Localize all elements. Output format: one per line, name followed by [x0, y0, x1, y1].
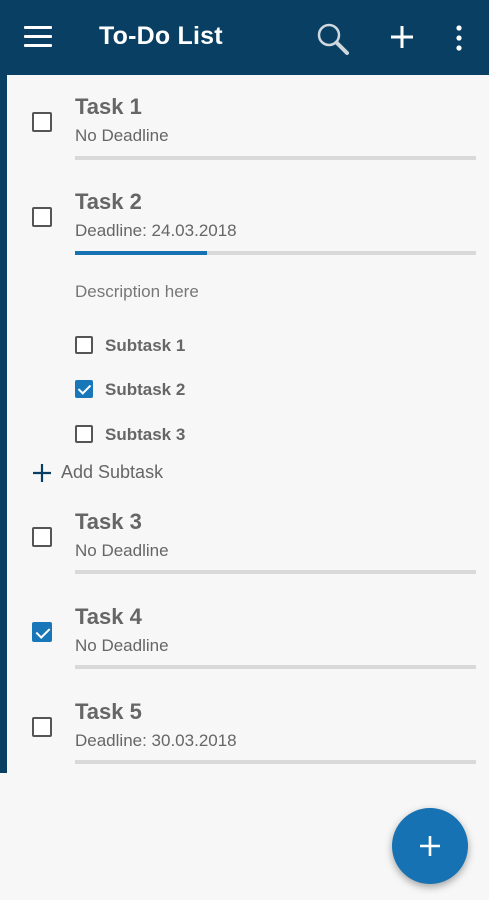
- add-subtask-button[interactable]: Add Subtask: [32, 458, 202, 488]
- task-progress-bar: [75, 570, 476, 574]
- list-accent-bar: [0, 75, 7, 773]
- task-deadline: No Deadline: [75, 126, 169, 145]
- task-title: Task 3: [75, 509, 142, 534]
- task-progress-bar: [75, 760, 476, 764]
- task-deadline: No Deadline: [75, 636, 169, 655]
- task-progress-bar: [75, 665, 476, 669]
- menu-button[interactable]: [24, 26, 52, 48]
- add-icon: [420, 836, 440, 856]
- task-title: Task 5: [75, 699, 142, 724]
- task-item[interactable]: Task 3 No Deadline: [7, 500, 482, 590]
- task-title: Task 4: [75, 604, 142, 629]
- subtask-checkbox[interactable]: [75, 425, 93, 443]
- task-deadline: Deadline: 30.03.2018: [75, 731, 237, 750]
- task-checkbox[interactable]: [32, 527, 52, 547]
- task-title: Task 1: [75, 94, 142, 119]
- task-progress-bar: [75, 251, 476, 255]
- more-vert-icon: [456, 25, 462, 51]
- task-description: Description here: [75, 282, 199, 301]
- task-title: Task 2: [75, 189, 142, 214]
- add-task-fab[interactable]: [392, 808, 468, 884]
- app-title: To-Do List: [99, 22, 223, 50]
- task-deadline: Deadline: 24.03.2018: [75, 221, 237, 240]
- subtask-label: Subtask 2: [105, 380, 186, 399]
- task-progress-bar: [75, 156, 476, 160]
- search-button[interactable]: [316, 22, 350, 56]
- add-subtask-label: Add Subtask: [61, 462, 164, 482]
- task-checkbox[interactable]: [32, 622, 52, 642]
- task-progress-fill: [75, 251, 207, 255]
- task-checkbox[interactable]: [32, 112, 52, 132]
- task-item[interactable]: Task 5 Deadline: 30.03.2018: [7, 690, 482, 780]
- task-item[interactable]: Task 1 No Deadline: [7, 75, 482, 165]
- subtask-checkbox[interactable]: [75, 336, 93, 354]
- add-task-button[interactable]: [389, 24, 415, 50]
- task-deadline: No Deadline: [75, 541, 169, 560]
- subtask-label: Subtask 3: [105, 425, 186, 444]
- add-icon: [391, 26, 413, 48]
- more-options-button[interactable]: [450, 24, 468, 52]
- search-icon: [317, 23, 349, 55]
- subtask-label: Subtask 1: [105, 336, 186, 355]
- task-list: Task 1 No Deadline Task 2 Deadline: 24.0…: [7, 75, 482, 773]
- app-bar: To-Do List: [0, 0, 489, 75]
- subtask-checkbox[interactable]: [75, 380, 93, 398]
- task-checkbox[interactable]: [32, 207, 52, 227]
- add-icon: [33, 464, 51, 482]
- task-checkbox[interactable]: [32, 717, 52, 737]
- task-item[interactable]: Task 4 No Deadline: [7, 595, 482, 685]
